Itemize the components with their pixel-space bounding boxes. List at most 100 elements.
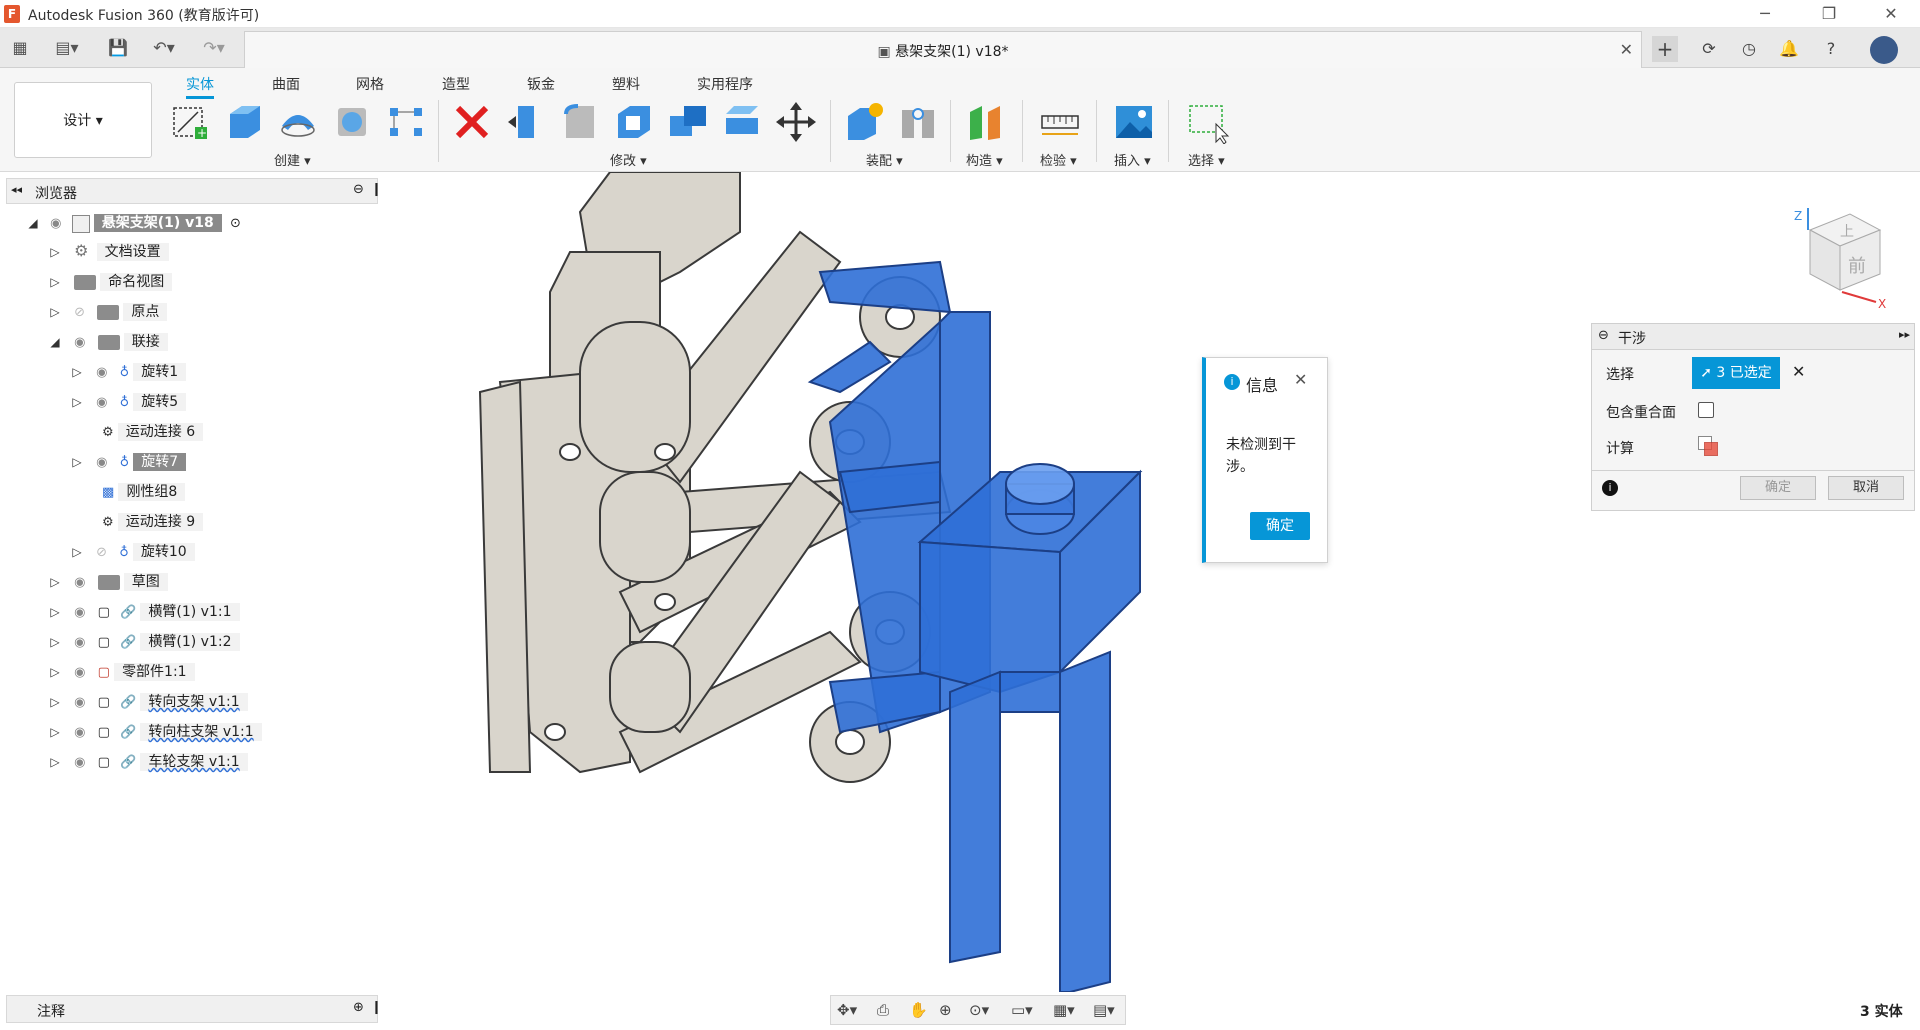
minimize-button[interactable]: ─ bbox=[1742, 2, 1788, 26]
notifications-icon[interactable]: 🔔 bbox=[1776, 36, 1802, 62]
tab-sheet-metal[interactable]: 钣金 bbox=[527, 74, 555, 94]
job-status-icon[interactable]: ◷ bbox=[1736, 36, 1762, 62]
fit-icon[interactable]: ⊙▾ bbox=[969, 1001, 989, 1019]
tree-item-document-settings[interactable]: ▷ ⚙ 文档设置 bbox=[48, 241, 169, 265]
revolve-icon[interactable] bbox=[276, 100, 320, 144]
tab-surface[interactable]: 曲面 bbox=[272, 74, 300, 94]
tree-root[interactable]: ◢ ◉ 悬架支架(1) v18 ⊙ bbox=[26, 212, 241, 236]
info-ok-button[interactable]: 确定 bbox=[1250, 512, 1310, 540]
tree-item-arm-1[interactable]: ▷ ◉ ▢ 🔗 横臂(1) v1:1 bbox=[48, 601, 240, 625]
combine-icon[interactable] bbox=[666, 100, 710, 144]
new-tab-button[interactable]: + bbox=[1652, 36, 1678, 62]
grid-settings-icon[interactable]: ▦▾ bbox=[1053, 1001, 1075, 1019]
look-at-icon[interactable]: ⎙ bbox=[877, 1001, 889, 1019]
tree-item-steering-column-bracket[interactable]: ▷ ◉ ▢ 🔗 转向柱支架 v1:1 bbox=[48, 721, 262, 745]
tree-item-component1[interactable]: ▷ ◉ ▢ 零部件1:1 bbox=[48, 661, 195, 685]
restore-button[interactable]: ❐ bbox=[1806, 2, 1852, 26]
workspace-switcher[interactable]: 设计 ▾ bbox=[14, 82, 152, 158]
zoom-icon[interactable]: ⊕ bbox=[939, 1001, 952, 1019]
comments-bar[interactable]: 注释 ⊕ ❙ bbox=[6, 995, 382, 1023]
extrude-icon[interactable] bbox=[222, 100, 266, 144]
assemble-menu[interactable]: 装配 ▾ bbox=[866, 150, 903, 169]
add-comment-icon[interactable]: ⊕ bbox=[353, 1000, 364, 1015]
press-pull-icon[interactable] bbox=[504, 100, 548, 144]
visibility-eye-icon[interactable]: ◉ bbox=[74, 695, 85, 710]
select-menu[interactable]: 选择 ▾ bbox=[1188, 150, 1225, 169]
help-icon[interactable]: ? bbox=[1818, 36, 1844, 62]
comments-pin-icon[interactable]: ❙ bbox=[371, 1000, 382, 1015]
undo-icon[interactable]: ↶▾ bbox=[146, 36, 182, 60]
tree-item-motion-link-9[interactable]: ⚙ 运动连接 9 bbox=[102, 511, 204, 535]
active-radio-icon[interactable]: ⊙ bbox=[230, 216, 241, 231]
extensions-icon[interactable]: ⟳ bbox=[1696, 36, 1722, 62]
viewports-icon[interactable]: ▤▾ bbox=[1093, 1001, 1115, 1019]
collapsed-arrow-icon[interactable]: ▷ bbox=[48, 725, 62, 739]
visibility-eye-icon[interactable]: ◉ bbox=[74, 605, 85, 620]
visibility-eye-icon[interactable]: ◉ bbox=[74, 575, 85, 590]
selection-button[interactable]: ➚ 3 已选定 bbox=[1692, 357, 1780, 389]
shell-icon[interactable] bbox=[612, 100, 656, 144]
display-settings-icon[interactable]: ▭▾ bbox=[1011, 1001, 1033, 1019]
collapse-browser-icon[interactable]: ◂◂ bbox=[11, 183, 22, 196]
tree-item-revolve1[interactable]: ▷ ◉ ♁ 旋转1 bbox=[70, 361, 187, 385]
inspect-menu[interactable]: 检验 ▾ bbox=[1040, 150, 1077, 169]
interference-ok-button[interactable]: 确定 bbox=[1740, 476, 1816, 500]
collapsed-arrow-icon[interactable]: ▷ bbox=[48, 695, 62, 709]
browser-options-icon[interactable]: ⊖ bbox=[353, 182, 364, 197]
collapsed-arrow-icon[interactable]: ▷ bbox=[70, 545, 84, 559]
collapsed-arrow-icon[interactable]: ▷ bbox=[48, 575, 62, 589]
modify-menu[interactable]: 修改 ▾ bbox=[610, 150, 647, 169]
tree-item-revolve10[interactable]: ▷ ⊘ ♁ 旋转10 bbox=[70, 541, 195, 565]
visibility-eye-icon[interactable]: ◉ bbox=[74, 725, 85, 740]
delete-icon[interactable] bbox=[450, 100, 494, 144]
redo-icon[interactable]: ↷▾ bbox=[196, 36, 232, 60]
tree-item-joints[interactable]: ◢ ◉ 联接 bbox=[48, 331, 168, 355]
tree-item-rigid-group-8[interactable]: ▩ 刚性组8 bbox=[102, 481, 186, 505]
collapsed-arrow-icon[interactable]: ▷ bbox=[48, 665, 62, 679]
joint-icon[interactable] bbox=[896, 100, 940, 144]
tree-item-sketches[interactable]: ▷ ◉ 草图 bbox=[48, 571, 168, 595]
tab-plastic[interactable]: 塑料 bbox=[612, 74, 640, 94]
visibility-eye-icon[interactable]: ◉ bbox=[74, 755, 85, 770]
apps-grid-icon[interactable]: ▦ bbox=[8, 36, 32, 60]
tree-item-wheel-bracket[interactable]: ▷ ◉ ▢ 🔗 车轮支架 v1:1 bbox=[48, 751, 248, 775]
compute-icon[interactable] bbox=[1698, 436, 1718, 456]
expand-panel-icon[interactable]: ▸▸ bbox=[1899, 328, 1910, 341]
collapsed-arrow-icon[interactable]: ▷ bbox=[70, 365, 84, 379]
info-icon[interactable]: i bbox=[1602, 480, 1618, 496]
hidden-eye-icon[interactable]: ⊘ bbox=[74, 305, 85, 320]
create-sketch-icon[interactable]: + bbox=[168, 100, 212, 144]
measure-icon[interactable] bbox=[1038, 100, 1082, 144]
move-icon[interactable] bbox=[774, 100, 818, 144]
replace-face-icon[interactable] bbox=[720, 100, 764, 144]
tree-item-motion-link-6[interactable]: ⚙ 运动连接 6 bbox=[102, 421, 204, 445]
visibility-eye-icon[interactable]: ◉ bbox=[96, 365, 107, 380]
visibility-eye-icon[interactable]: ◉ bbox=[96, 455, 107, 470]
fillet-icon[interactable] bbox=[558, 100, 602, 144]
offset-plane-icon[interactable] bbox=[964, 100, 1008, 144]
view-cube[interactable]: 上 前 Z X bbox=[1790, 200, 1890, 310]
construct-menu[interactable]: 构造 ▾ bbox=[966, 150, 1003, 169]
close-tab-button[interactable]: ✕ bbox=[1620, 40, 1633, 59]
expanded-arrow-icon[interactable]: ◢ bbox=[26, 216, 40, 230]
tree-item-named-views[interactable]: ▷ 命名视图 bbox=[48, 271, 173, 295]
tree-item-arm-2[interactable]: ▷ ◉ ▢ 🔗 横臂(1) v1:2 bbox=[48, 631, 240, 655]
document-tab[interactable]: ▣ 悬架支架(1) v18* ✕ bbox=[244, 31, 1642, 68]
user-avatar[interactable] bbox=[1870, 36, 1898, 64]
insert-menu[interactable]: 插入 ▾ bbox=[1114, 150, 1151, 169]
tree-item-steering-bracket[interactable]: ▷ ◉ ▢ 🔗 转向支架 v1:1 bbox=[48, 691, 248, 715]
tab-mesh[interactable]: 网格 bbox=[356, 74, 384, 94]
3d-viewport-canvas[interactable] bbox=[380, 172, 1920, 992]
collapsed-arrow-icon[interactable]: ▷ bbox=[48, 305, 62, 319]
close-window-button[interactable]: ✕ bbox=[1868, 2, 1914, 26]
create-menu[interactable]: 创建 ▾ bbox=[274, 150, 311, 169]
tab-utilities[interactable]: 实用程序 bbox=[697, 74, 753, 94]
orbit-icon[interactable]: ✥▾ bbox=[837, 1001, 857, 1019]
hidden-eye-icon[interactable]: ⊘ bbox=[96, 545, 107, 560]
tree-item-revolve7[interactable]: ▷ ◉ ♁ 旋转7 bbox=[70, 451, 187, 475]
window-select-icon[interactable] bbox=[1186, 100, 1230, 144]
visibility-eye-icon[interactable]: ◉ bbox=[74, 665, 85, 680]
collapsed-arrow-icon[interactable]: ▷ bbox=[48, 635, 62, 649]
collapse-icon[interactable]: ⊖ bbox=[1598, 328, 1609, 343]
visibility-eye-icon[interactable]: ◉ bbox=[74, 635, 85, 650]
